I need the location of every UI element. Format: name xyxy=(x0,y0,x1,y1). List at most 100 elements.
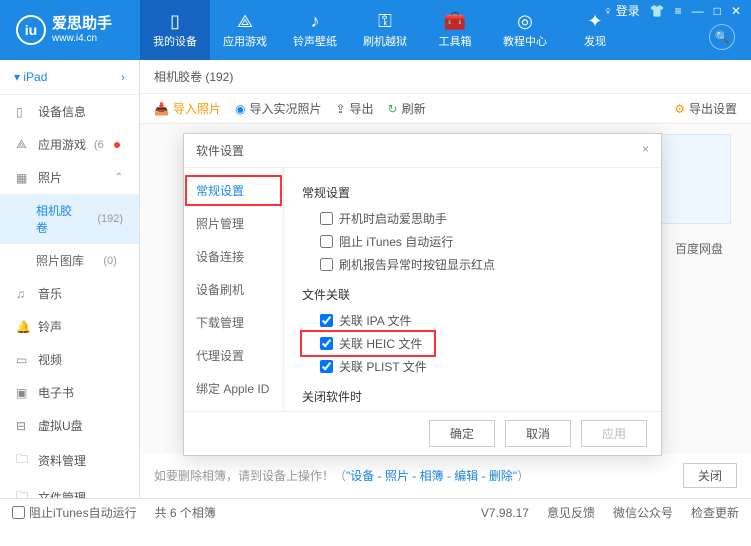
dialog-title-bar: 软件设置 × xyxy=(184,134,661,168)
toolbox-icon: 🧰 xyxy=(444,11,466,31)
sidebar-udisk[interactable]: ⊟虚拟U盘 xyxy=(0,409,139,442)
search-icon: 🔍 xyxy=(715,30,730,44)
compass-icon: ✦ xyxy=(587,11,602,31)
search-button[interactable]: 🔍 xyxy=(709,24,735,50)
apps-icon: ⟁ xyxy=(16,137,30,152)
sidebar-ebook[interactable]: ▣电子书 xyxy=(0,376,139,409)
maximize-icon[interactable]: □ xyxy=(714,4,721,18)
book-icon: ◎ xyxy=(517,11,533,31)
app-title: 爱思助手 xyxy=(52,15,112,33)
check-update-link[interactable]: 检查更新 xyxy=(691,504,739,521)
dialog-close-button[interactable]: × xyxy=(642,142,649,159)
apply-button[interactable]: 应用 xyxy=(581,420,647,447)
gear-icon: ⚙ xyxy=(674,102,685,116)
device-header[interactable]: ▾ iPad › xyxy=(0,60,139,95)
nav-apps[interactable]: ⟁应用游戏 xyxy=(210,0,280,60)
sidebar-camera-roll[interactable]: 相机胶卷 (192) xyxy=(0,194,139,244)
refresh-icon: ↻ xyxy=(388,102,398,116)
book-icon: ▣ xyxy=(16,386,30,400)
nav-tutorial[interactable]: ◎教程中心 xyxy=(490,0,560,60)
note-icon: ♫ xyxy=(16,287,30,301)
sidebar-video[interactable]: ▭视频 xyxy=(0,343,139,376)
block-itunes-checkbox[interactable]: 阻止iTunes自动运行 xyxy=(12,504,137,521)
dialog-tabs: 常规设置 照片管理 设备连接 设备刷机 下载管理 代理设置 绑定 Apple I… xyxy=(184,168,284,411)
opt-assoc-plist[interactable]: 关联 PLIST 文件 xyxy=(302,355,643,378)
sidebar-photo-library[interactable]: 照片图库 (0) xyxy=(0,244,139,277)
dialog-footer: 确定 取消 应用 xyxy=(184,411,661,455)
chevron-up-icon: ⌃ xyxy=(115,172,123,183)
logo[interactable]: iu 爱思助手 www.i4.cn xyxy=(0,15,140,45)
export-settings-button[interactable]: ⚙导出设置 xyxy=(674,100,737,117)
top-bar: iu 爱思助手 www.i4.cn ▯我的设备 ⟁应用游戏 ♪铃声壁纸 ⚿刷机越… xyxy=(0,0,751,60)
settings-dialog: 软件设置 × 常规设置 照片管理 设备连接 设备刷机 下载管理 代理设置 绑定 … xyxy=(183,133,662,456)
chevron-right-icon: › xyxy=(121,70,125,84)
sidebar-photos[interactable]: ▦照片⌃ xyxy=(0,161,139,194)
nav-ringtones[interactable]: ♪铃声壁纸 xyxy=(280,0,350,60)
opt-flash-reddot[interactable]: 刷机报告异常时按钮显示红点 xyxy=(302,253,643,276)
refresh-button[interactable]: ↻刷新 xyxy=(388,100,426,117)
menu-icon[interactable]: ≡ xyxy=(675,4,682,18)
skin-icon[interactable]: 👕 xyxy=(650,4,665,18)
tab-flash[interactable]: 设备刷机 xyxy=(184,273,283,306)
minimize-icon[interactable]: — xyxy=(692,4,704,18)
key-icon: ⚿ xyxy=(378,11,392,31)
login-link[interactable]: ♀ 登录 xyxy=(603,2,639,19)
wechat-link[interactable]: 微信公众号 xyxy=(613,504,673,521)
tab-photo[interactable]: 照片管理 xyxy=(184,207,283,240)
music-icon: ♪ xyxy=(311,11,320,31)
version-label: V7.98.17 xyxy=(481,506,529,520)
section-file-assoc: 文件关联 xyxy=(302,286,643,303)
import-live-button[interactable]: ◉导入实况照片 xyxy=(235,100,322,117)
tab-download[interactable]: 下载管理 xyxy=(184,306,283,339)
tab-appleid[interactable]: 绑定 Apple ID xyxy=(184,372,283,405)
nav-toolbox[interactable]: 🧰工具箱 xyxy=(420,0,490,60)
hint-bar: 如要删除相簿，请到设备上操作！（ "设备 - 照片 - 相簿 - 编辑 - 删除… xyxy=(140,453,751,498)
folder-icon: 🗀 xyxy=(16,487,30,498)
close-hint-button[interactable]: 关闭 xyxy=(683,463,737,488)
statusbar: 阻止iTunes自动运行 共 6 个相簿 V7.98.17 意见反馈 微信公众号… xyxy=(0,498,751,526)
hint-link[interactable]: "设备 - 照片 - 相簿 - 编辑 - 删除" xyxy=(346,467,517,484)
close-window-icon[interactable]: ✕ xyxy=(731,4,741,18)
cancel-button[interactable]: 取消 xyxy=(505,420,571,447)
bell-icon: 🔔 xyxy=(16,320,30,334)
dialog-title: 软件设置 xyxy=(196,142,244,159)
tab-general[interactable]: 常规设置 xyxy=(184,174,283,207)
album-count: 共 6 个相簿 xyxy=(155,504,216,521)
nav: ▯我的设备 ⟁应用游戏 ♪铃声壁纸 ⚿刷机越狱 🧰工具箱 ◎教程中心 ✦发现 xyxy=(140,0,630,60)
sidebar-ringtone[interactable]: 🔔铃声 xyxy=(0,310,139,343)
photo-icon: ▦ xyxy=(16,171,30,185)
sidebar-device-info[interactable]: ▯设备信息 xyxy=(0,95,139,128)
apps-icon: ⟁ xyxy=(237,11,253,31)
tab-connection[interactable]: 设备连接 xyxy=(184,240,283,273)
window-controls: ♀ 登录 👕 ≡ — □ ✕ xyxy=(603,2,741,19)
opt-assoc-ipa[interactable]: 关联 IPA 文件 xyxy=(302,309,643,332)
red-dot-icon xyxy=(114,142,120,148)
nav-flash[interactable]: ⚿刷机越狱 xyxy=(350,0,420,60)
sidebar-files[interactable]: 🗀文件管理 xyxy=(0,479,139,498)
live-icon: ◉ xyxy=(235,102,245,116)
tab-proxy[interactable]: 代理设置 xyxy=(184,339,283,372)
import-photo-button[interactable]: 📥导入照片 xyxy=(154,100,221,117)
export-button[interactable]: ⇪导出 xyxy=(335,100,373,117)
logo-icon: iu xyxy=(16,15,46,45)
nav-my-device[interactable]: ▯我的设备 xyxy=(140,0,210,60)
export-icon: ⇪ xyxy=(335,102,345,116)
toolbar: 📥导入照片 ◉导入实况照片 ⇪导出 ↻刷新 ⚙导出设置 xyxy=(140,94,751,124)
opt-assoc-heic[interactable]: 关联 HEIC 文件 xyxy=(302,332,434,355)
opt-startup[interactable]: 开机时启动爱思助手 xyxy=(302,207,643,230)
ok-button[interactable]: 确定 xyxy=(429,420,495,447)
section-on-close: 关闭软件时 xyxy=(302,388,643,405)
video-icon: ▭ xyxy=(16,353,30,367)
sidebar-music[interactable]: ♫音乐 xyxy=(0,277,139,310)
sidebar-apps[interactable]: ⟁应用游戏 (6 xyxy=(0,128,139,161)
dialog-content: 常规设置 开机时启动爱思助手 阻止 iTunes 自动运行 刷机报告异常时按钮显… xyxy=(284,168,661,411)
import-icon: 📥 xyxy=(154,102,169,116)
opt-block-itunes[interactable]: 阻止 iTunes 自动运行 xyxy=(302,230,643,253)
sidebar-data[interactable]: 🗀资料管理 xyxy=(0,442,139,479)
folder-icon: 🗀 xyxy=(16,450,30,471)
disk-icon: ⊟ xyxy=(16,419,30,433)
feedback-link[interactable]: 意见反馈 xyxy=(547,504,595,521)
app-url: www.i4.cn xyxy=(52,33,112,45)
breadcrumb: 相机胶卷 (192) xyxy=(140,60,751,94)
phone-icon: ▯ xyxy=(170,11,180,31)
